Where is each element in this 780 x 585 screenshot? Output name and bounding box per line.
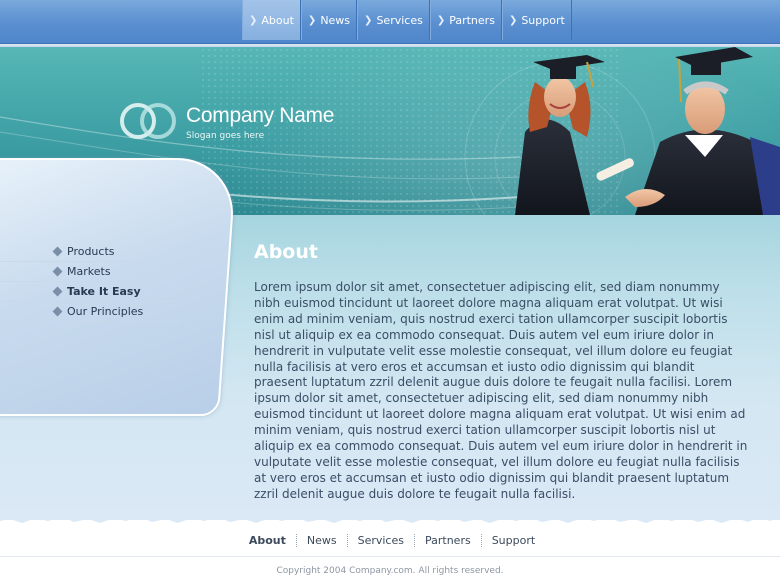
diamond-bullet-icon bbox=[52, 306, 63, 317]
footer-link-about[interactable]: About bbox=[239, 534, 296, 547]
torn-edge-divider bbox=[0, 508, 780, 523]
page-title: About bbox=[254, 241, 318, 263]
sidebar-item-label: Products bbox=[67, 245, 115, 258]
footer-link-services[interactable]: Services bbox=[346, 533, 414, 547]
diamond-bullet-icon bbox=[52, 266, 63, 277]
footer-link-news[interactable]: News bbox=[295, 533, 347, 547]
top-nav-about[interactable]: ❯ About bbox=[242, 0, 301, 40]
top-nav-services[interactable]: ❯ Services bbox=[357, 0, 430, 40]
sidebar-item-our-principles[interactable]: Our Principles bbox=[0, 302, 180, 322]
footer-link-support[interactable]: Support bbox=[480, 533, 545, 547]
sidebar-item-markets[interactable]: Markets bbox=[0, 262, 180, 282]
sidebar-item-label: Our Principles bbox=[67, 305, 144, 318]
graduates-photo bbox=[515, 47, 780, 215]
top-nav-label: About bbox=[261, 13, 294, 27]
chevron-right-icon: ❯ bbox=[307, 14, 317, 26]
top-nav-label: Support bbox=[521, 13, 565, 27]
sidebar-item-label: Take It Easy bbox=[67, 285, 141, 298]
copyright: Copyright 2004 Company.com. All rights r… bbox=[276, 566, 504, 576]
body-text: Lorem ipsum dolor sit amet, consectetuer… bbox=[254, 280, 748, 501]
chevron-right-icon: ❯ bbox=[364, 14, 373, 26]
top-nav-label: News bbox=[320, 13, 351, 27]
top-nav-label: Services bbox=[376, 13, 423, 27]
logo-rings-icon bbox=[120, 103, 176, 139]
company-name: Company Name bbox=[186, 104, 335, 127]
top-nav-label: Partners bbox=[449, 13, 495, 27]
top-nav-partners[interactable]: ❯ Partners bbox=[429, 0, 502, 40]
top-nav: ❯ About ❯ News ❯ Services ❯ Partners ❯ S… bbox=[242, 0, 572, 40]
chevron-right-icon: ❯ bbox=[508, 14, 518, 26]
chevron-right-icon: ❯ bbox=[249, 14, 258, 26]
footer-nav: About News Services Partners Support bbox=[0, 529, 780, 551]
sidebar-item-products[interactable]: Products bbox=[0, 242, 180, 262]
top-nav-support[interactable]: ❯ Support bbox=[501, 0, 572, 40]
footer-link-partners[interactable]: Partners bbox=[413, 533, 481, 547]
slogan: Slogan goes here bbox=[186, 131, 265, 141]
top-navigation-bar: ❯ About ❯ News ❯ Services ❯ Partners ❯ S… bbox=[0, 0, 780, 48]
diamond-bullet-icon bbox=[52, 246, 63, 257]
top-nav-news[interactable]: ❯ News bbox=[300, 0, 358, 40]
footer-divider bbox=[0, 556, 780, 557]
sidebar-item-label: Markets bbox=[67, 265, 111, 278]
chevron-right-icon: ❯ bbox=[436, 14, 446, 26]
sidebar-item-take-it-easy[interactable]: Take It Easy bbox=[0, 282, 180, 302]
sidebar-nav: Products Markets Take It Easy Our Princi… bbox=[0, 242, 180, 322]
diamond-bullet-icon bbox=[52, 286, 63, 297]
